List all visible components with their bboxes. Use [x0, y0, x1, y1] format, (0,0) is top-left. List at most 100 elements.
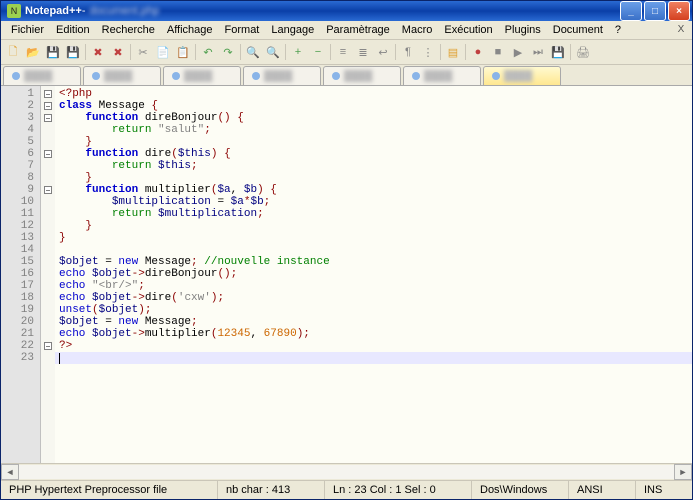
wrap-icon[interactable]: ↩ — [375, 44, 391, 60]
menu-fichier[interactable]: Fichier — [5, 23, 50, 37]
code-line[interactable]: echo $objet->multiplier(12345, 67890); — [59, 328, 688, 340]
code-line[interactable]: } — [59, 220, 688, 232]
menu-paramètrage[interactable]: Paramètrage — [320, 23, 396, 37]
app-title: Notepad++ — [25, 5, 82, 17]
code-line[interactable]: return "salut"; — [59, 124, 688, 136]
save-icon[interactable]: 💾 — [45, 44, 61, 60]
window-close-button[interactable]: × — [668, 1, 690, 21]
text-caret — [59, 353, 60, 364]
line-number-gutter: 1234567891011121314151617181920212223 — [1, 86, 41, 463]
indent-guide-icon[interactable]: ⋮ — [420, 44, 436, 60]
code-line[interactable]: function multiplier($a, $b) { — [59, 184, 688, 196]
toolbar-separator — [395, 44, 396, 60]
folder-icon[interactable]: ▤ — [445, 44, 461, 60]
code-line[interactable]: $objet = new Message; — [59, 316, 688, 328]
line-number: 3 — [1, 112, 34, 124]
replace-icon[interactable]: 🔍 — [265, 44, 281, 60]
tab-1[interactable]: ████ — [83, 66, 161, 85]
tab-6[interactable]: ████ — [483, 66, 561, 85]
doc-close-button[interactable]: X — [674, 22, 688, 36]
code-line[interactable]: function dire($this) { — [59, 148, 688, 160]
stop-icon[interactable]: ■ — [490, 44, 506, 60]
scroll-right-button[interactable]: ► — [674, 464, 692, 480]
menu-format[interactable]: Format — [219, 23, 266, 37]
code-line[interactable]: } — [59, 232, 688, 244]
tab-3[interactable]: ████ — [243, 66, 321, 85]
code-line[interactable]: return $this; — [59, 160, 688, 172]
line-number: 17 — [1, 280, 34, 292]
undo-icon[interactable]: ↶ — [200, 44, 216, 60]
code-editor[interactable]: 1234567891011121314151617181920212223 <?… — [1, 86, 692, 463]
code-line[interactable]: function direBonjour() { — [59, 112, 688, 124]
zoom-out-icon[interactable]: − — [310, 44, 326, 60]
play-icon[interactable]: ▶ — [510, 44, 526, 60]
new-file-icon[interactable]: 🗋 — [5, 44, 21, 60]
editor-area: 1234567891011121314151617181920212223 <?… — [1, 86, 692, 480]
menu-document[interactable]: Document — [547, 23, 609, 37]
titlebar[interactable]: N Notepad++ - document.php _ □ × — [1, 1, 692, 21]
maximize-button[interactable]: □ — [644, 1, 666, 21]
scroll-left-button[interactable]: ◄ — [1, 464, 19, 480]
code-line[interactable]: echo $objet->direBonjour(); — [59, 268, 688, 280]
play-multi-icon[interactable]: ⏭ — [530, 44, 546, 60]
show-all-icon[interactable]: ¶ — [400, 44, 416, 60]
toolbar-separator — [285, 44, 286, 60]
code-line[interactable]: $multiplication = $a*$b; — [59, 196, 688, 208]
fold-toggle-icon[interactable] — [41, 148, 55, 160]
status-eol: Dos\Windows — [472, 481, 569, 499]
close-file-icon[interactable]: ✖ — [90, 44, 106, 60]
code-line[interactable]: class Message { — [59, 100, 688, 112]
fold-toggle-icon[interactable] — [41, 340, 55, 352]
tab-label: ████ — [424, 71, 452, 82]
code-line[interactable]: $objet = new Message; //nouvelle instanc… — [59, 256, 688, 268]
menu-plugins[interactable]: Plugins — [499, 23, 547, 37]
menu-?[interactable]: ? — [609, 23, 627, 37]
sync-h-icon[interactable]: ≣ — [355, 44, 371, 60]
zoom-in-icon[interactable]: + — [290, 44, 306, 60]
horizontal-scrollbar[interactable]: ◄ ► — [1, 463, 692, 480]
fold-spacer — [41, 136, 55, 148]
tab-5[interactable]: ████ — [403, 66, 481, 85]
status-pos: Ln : 23 Col : 1 Sel : 0 — [325, 481, 472, 499]
save-macro-icon[interactable]: 💾 — [550, 44, 566, 60]
cut-icon[interactable]: ✂ — [135, 44, 151, 60]
tab-0[interactable]: ████ — [3, 66, 81, 85]
code-line[interactable]: echo $objet->dire('cxw'); — [59, 292, 688, 304]
tab-label: ████ — [104, 71, 132, 82]
tab-4[interactable]: ████ — [323, 66, 401, 85]
code-view[interactable]: <?phpclass Message { function direBonjou… — [55, 86, 692, 463]
fold-toggle-icon[interactable] — [41, 88, 55, 100]
paste-icon[interactable]: 📋 — [175, 44, 191, 60]
menu-exécution[interactable]: Exécution — [438, 23, 498, 37]
save-all-icon[interactable]: 💾 — [65, 44, 81, 60]
code-line[interactable] — [59, 244, 688, 256]
menu-macro[interactable]: Macro — [396, 23, 439, 37]
code-line[interactable]: } — [59, 136, 688, 148]
code-line[interactable]: <?php — [59, 88, 688, 100]
menu-affichage[interactable]: Affichage — [161, 23, 219, 37]
copy-icon[interactable]: 📄 — [155, 44, 171, 60]
line-number: 4 — [1, 124, 34, 136]
tab-2[interactable]: ████ — [163, 66, 241, 85]
code-line[interactable]: unset($objet); — [59, 304, 688, 316]
menu-recherche[interactable]: Recherche — [96, 23, 161, 37]
open-file-icon[interactable]: 📂 — [25, 44, 41, 60]
menu-langage[interactable]: Langage — [265, 23, 320, 37]
sync-v-icon[interactable]: ≡ — [335, 44, 351, 60]
fold-toggle-icon[interactable] — [41, 112, 55, 124]
fold-toggle-icon[interactable] — [41, 184, 55, 196]
code-line[interactable]: return $multiplication; — [59, 208, 688, 220]
code-line[interactable]: } — [59, 172, 688, 184]
fold-gutter[interactable] — [41, 86, 55, 463]
menu-edition[interactable]: Edition — [50, 23, 96, 37]
fold-toggle-icon[interactable] — [41, 100, 55, 112]
find-icon[interactable]: 🔍 — [245, 44, 261, 60]
code-line[interactable]: echo "<br/>"; — [59, 280, 688, 292]
redo-icon[interactable]: ↷ — [220, 44, 236, 60]
minimize-button[interactable]: _ — [620, 1, 642, 21]
scroll-track[interactable] — [19, 465, 674, 479]
record-icon[interactable]: ● — [470, 44, 486, 60]
print-icon[interactable]: 🖨 — [575, 44, 591, 60]
close-all-icon[interactable]: ✖ — [110, 44, 126, 60]
code-line[interactable]: ?> — [59, 340, 688, 352]
